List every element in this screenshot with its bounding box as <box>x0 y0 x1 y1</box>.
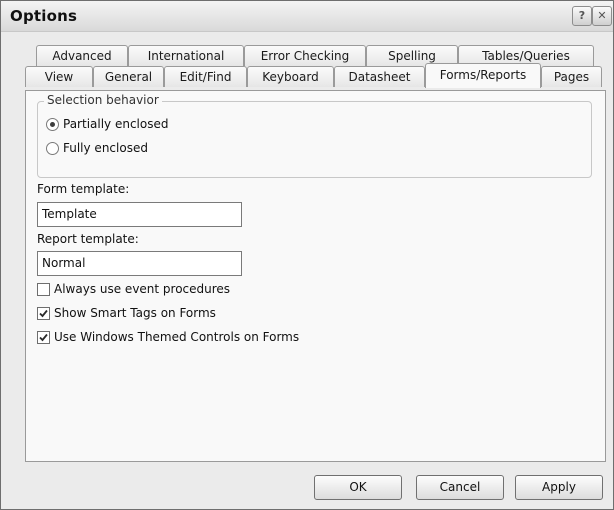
show-smart-tags-label[interactable]: Show Smart Tags on Forms <box>54 306 216 320</box>
form-template-label: Form template: <box>37 182 130 196</box>
help-button[interactable]: ? <box>572 6 592 26</box>
partially-enclosed-label[interactable]: Partially enclosed <box>63 117 168 131</box>
cancel-button[interactable]: Cancel <box>416 475 504 500</box>
apply-button[interactable]: Apply <box>515 475 603 500</box>
use-themed-controls-label[interactable]: Use Windows Themed Controls on Forms <box>54 330 299 344</box>
radio-selected-dot <box>50 122 55 127</box>
tab-error-checking[interactable]: Error Checking <box>244 45 366 66</box>
close-button[interactable]: ✕ <box>592 6 612 26</box>
use-themed-controls-checkbox[interactable] <box>37 331 50 344</box>
tab-datasheet[interactable]: Datasheet <box>334 66 425 87</box>
always-use-event-procedures-checkbox[interactable] <box>37 283 50 296</box>
tab-view[interactable]: View <box>25 66 93 87</box>
report-template-input[interactable]: Normal <box>37 251 242 276</box>
always-use-event-procedures-label[interactable]: Always use event procedures <box>54 282 230 296</box>
checkmark-icon <box>39 333 48 342</box>
report-template-label: Report template: <box>37 232 139 246</box>
partially-enclosed-radio[interactable] <box>46 118 59 131</box>
title-bar: Options ? ✕ <box>1 1 613 32</box>
ok-button[interactable]: OK <box>314 475 402 500</box>
tab-forms-reports[interactable]: Forms/Reports <box>425 63 541 88</box>
selection-behavior-group: Selection behavior Partially enclosed Fu… <box>37 93 592 178</box>
fully-enclosed-radio[interactable] <box>46 142 59 155</box>
selection-behavior-label: Selection behavior <box>44 93 162 107</box>
tab-pages[interactable]: Pages <box>541 66 602 87</box>
options-dialog: Options ? ✕ Advanced International Error… <box>0 0 614 510</box>
tab-keyboard[interactable]: Keyboard <box>247 66 334 87</box>
form-template-input[interactable]: Template <box>37 202 242 227</box>
fully-enclosed-label[interactable]: Fully enclosed <box>63 141 148 155</box>
show-smart-tags-checkbox[interactable] <box>37 307 50 320</box>
checkmark-icon <box>39 309 48 318</box>
tab-advanced[interactable]: Advanced <box>36 45 128 66</box>
tab-edit-find[interactable]: Edit/Find <box>164 66 247 87</box>
tab-international[interactable]: International <box>128 45 244 66</box>
dialog-title: Options <box>10 7 78 25</box>
forms-reports-panel: Selection behavior Partially enclosed Fu… <box>25 90 606 462</box>
tab-general[interactable]: General <box>93 66 164 87</box>
